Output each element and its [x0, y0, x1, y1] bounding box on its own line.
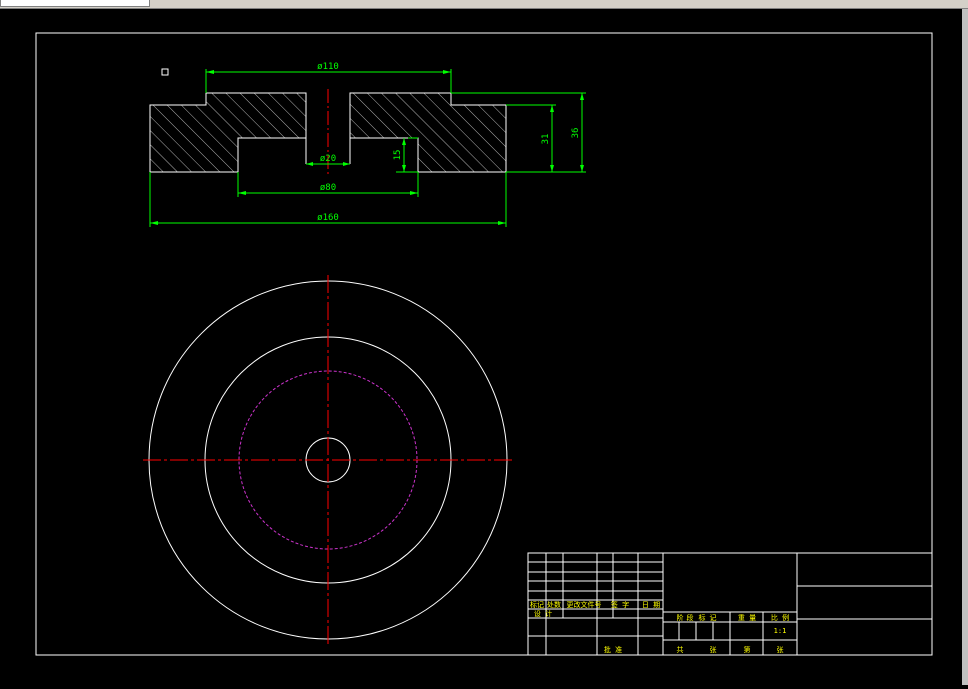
tb-header-doc: 更改文件号	[567, 600, 602, 609]
tb-sheet-total: 共	[677, 645, 684, 654]
tb-sheet-unit-2: 张	[777, 645, 784, 654]
dim-h15: 15	[393, 150, 403, 161]
tb-header-date: 日 期	[642, 601, 660, 609]
window-top-strip	[0, 0, 968, 9]
tb-designer-label: 设 计	[534, 609, 552, 618]
tb-sheet-unit-1: 张	[710, 645, 717, 654]
dim-h31: 31	[541, 134, 551, 145]
tb-approve-label: 批 准	[604, 645, 622, 654]
title-block-texts: 标记 处数 更改文件号 签 字 日 期 设 计 批 准 阶 段 标 记 重 量 …	[530, 600, 789, 654]
tb-header-mark: 标记	[530, 600, 544, 609]
command-tab[interactable]	[0, 0, 150, 7]
tb-scale-label: 比 例	[771, 613, 789, 622]
tb-header-sign: 签 字	[611, 600, 629, 609]
tb-stage-2: 段	[687, 613, 694, 622]
dim-d110: ø110	[317, 62, 339, 72]
tb-sheet-index: 第	[744, 645, 751, 654]
dim-d80: ø80	[320, 183, 336, 193]
dim-h36: 36	[571, 128, 581, 139]
top-view	[143, 275, 514, 645]
dim-d160: ø160	[317, 213, 339, 223]
tb-weight-label: 重 量	[738, 614, 756, 622]
vertical-scrollbar[interactable]	[962, 9, 968, 685]
tb-stage-3: 标	[699, 613, 706, 622]
section-left-half	[149, 92, 307, 173]
drawing-canvas[interactable]: ø110 ø20 ø80 ø160 15 31 36 标记 处数 更改文件号 签…	[0, 9, 962, 685]
ucs-marker[interactable]	[161, 68, 169, 76]
section-right-half	[349, 92, 507, 173]
cad-drawing-svg: ø110 ø20 ø80 ø160 15 31 36 标记 处数 更改文件号 签…	[35, 32, 933, 656]
tb-stage-4: 记	[710, 614, 717, 622]
tb-stage-1: 阶	[677, 613, 684, 622]
dim-d20: ø20	[320, 154, 336, 164]
tb-header-count: 处数	[547, 600, 561, 609]
tb-scale-value: 1:1	[774, 627, 787, 635]
